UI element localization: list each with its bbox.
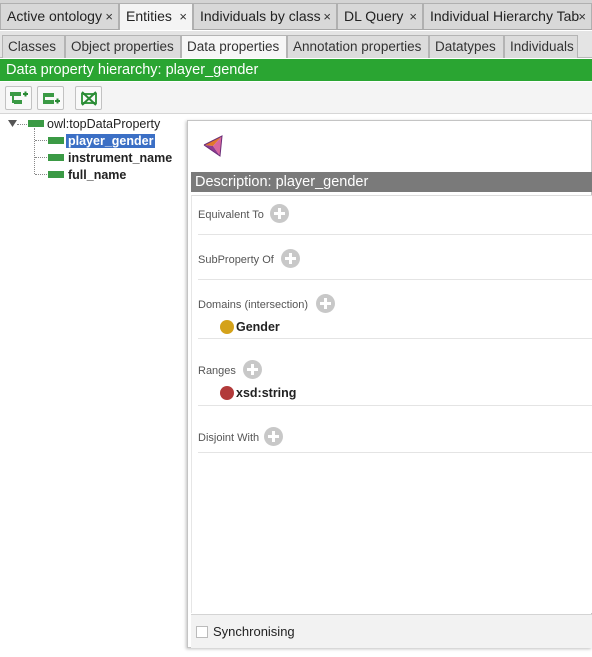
tab-data-properties[interactable]: Data properties [181,35,287,58]
data-property-tree: owl:topDataProperty player_gender instru… [0,115,186,657]
equivalent-to-label: Equivalent To [198,209,264,221]
hierarchy-header: Data property hierarchy: player_gender [0,59,592,81]
tab-classes[interactable]: Classes [2,35,65,58]
add-equivalent-button[interactable] [270,204,289,223]
tree-connector [34,128,35,174]
description-frame: Equivalent To SubProperty Of Domains (in… [191,195,592,613]
datatype-icon [220,386,234,400]
close-icon[interactable]: × [323,4,331,29]
tree-connector [35,140,47,141]
add-domain-button[interactable] [316,294,335,313]
tab-label: DL Query [344,8,404,24]
tree-connector [35,157,47,158]
tab-annotation-properties[interactable]: Annotation properties [287,35,429,58]
sync-bar: Synchronising [191,614,592,648]
class-icon [220,320,234,334]
add-subproperty-button[interactable] [281,249,300,268]
tree-connector [17,124,27,125]
close-icon[interactable]: × [578,4,586,29]
ranges-label: Ranges [198,365,236,377]
add-sibling-property-button[interactable] [37,86,64,110]
tree-node-full-name[interactable]: full_name [68,167,126,183]
expand-triangle-icon[interactable] [8,120,17,128]
section-divider [198,234,592,235]
section-divider [198,338,592,339]
tab-dl-query[interactable]: DL Query × [337,3,423,29]
data-property-icon [48,171,64,178]
close-icon[interactable]: × [179,4,187,29]
tab-datatypes[interactable]: Datatypes [429,35,504,58]
add-sub-property-icon [10,91,28,104]
range-value[interactable]: xsd:string [236,386,296,400]
data-property-icon [28,120,44,127]
tree-node-label: player_gender [66,134,156,148]
subproperty-of-label: SubProperty Of [198,254,274,266]
tab-label: Individual Hierarchy Tab [430,8,580,24]
disjoint-with-label: Disjoint With [198,432,260,444]
add-sub-property-button[interactable] [5,86,32,110]
synchronising-label: Synchronising [213,624,295,639]
tab-label: Individuals by class [200,8,321,24]
description-panel: Description: player_gender Equivalent To… [187,120,592,648]
tree-node-instrument-name[interactable]: instrument_name [68,150,172,166]
tree-node-player-gender[interactable]: player_gender [66,133,156,149]
add-disjoint-button[interactable] [264,427,283,446]
tab-individual-hierarchy[interactable]: Individual Hierarchy Tab × [423,3,592,29]
tab-entities[interactable]: Entities × [119,3,193,30]
tab-label: Entities [126,8,172,24]
top-tab-bar: Active ontology × Entities × Individuals… [0,0,592,30]
description-header: Description: player_gender [191,172,592,192]
tab-object-properties[interactable]: Object properties [65,35,181,58]
section-divider [198,279,592,280]
tab-active-ontology[interactable]: Active ontology × [0,3,119,29]
delete-property-icon [81,91,97,106]
section-divider [198,452,592,453]
add-range-button[interactable] [243,360,262,379]
tree-node-root[interactable]: owl:topDataProperty [47,116,160,132]
data-property-icon [48,137,64,144]
domains-label: Domains (intersection) [198,299,309,311]
section-divider [198,405,592,406]
protege-logo-icon [203,135,223,157]
delete-property-button[interactable] [75,86,102,110]
tab-individuals[interactable]: Individuals [504,35,578,58]
hierarchy-toolbar [0,82,592,114]
tab-individuals-by-class[interactable]: Individuals by class × [193,3,337,29]
protege-window: Active ontology × Entities × Individuals… [0,0,592,657]
entity-tab-bar: Classes Object properties Data propertie… [0,31,592,58]
domain-value[interactable]: Gender [236,320,280,334]
add-sibling-property-icon [43,93,60,104]
tree-connector [35,174,47,175]
close-icon[interactable]: × [409,4,417,29]
synchronising-checkbox[interactable] [196,626,208,638]
tab-label: Active ontology [7,8,102,24]
data-property-icon [48,154,64,161]
close-icon[interactable]: × [105,4,113,29]
